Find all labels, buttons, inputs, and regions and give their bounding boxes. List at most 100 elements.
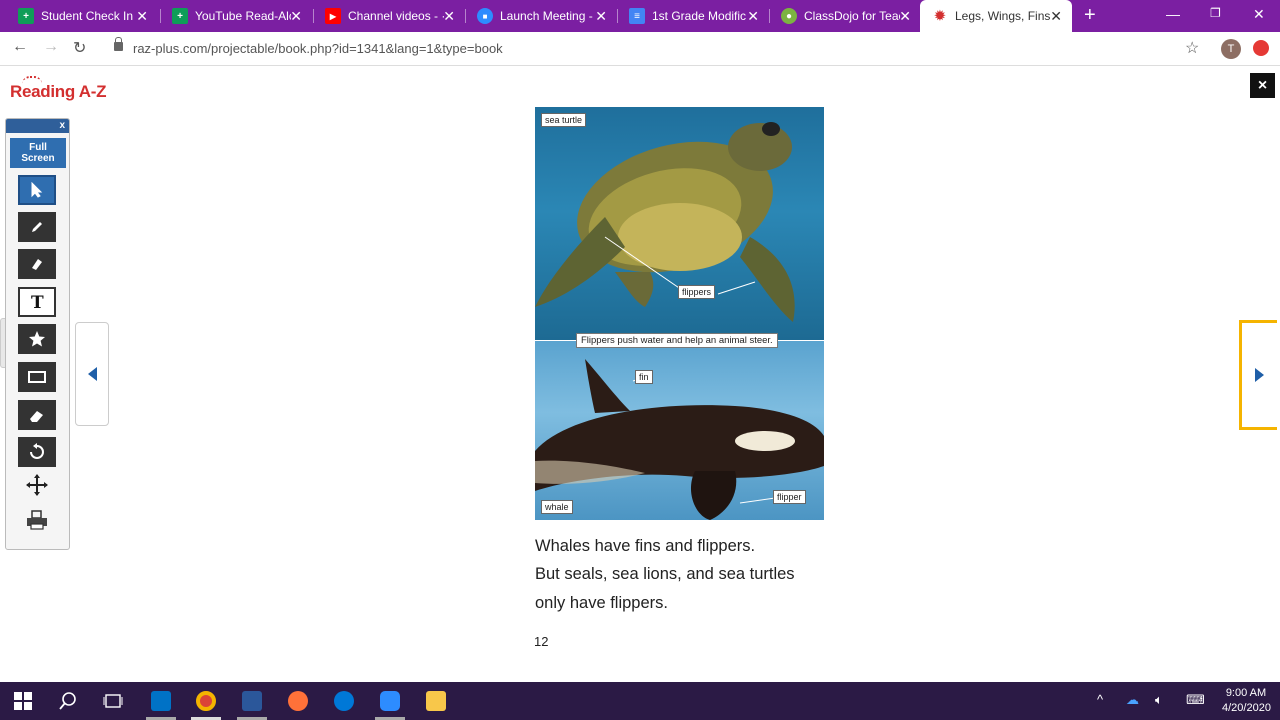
print-button[interactable]	[18, 505, 56, 535]
close-icon[interactable]: ✕	[443, 8, 455, 24]
right-arrow-icon	[1255, 368, 1264, 382]
close-icon[interactable]: ✕	[899, 8, 911, 24]
tab-title: 1st Grade Modific	[652, 9, 747, 23]
bookmark-star-icon[interactable]: ☆	[1185, 38, 1199, 58]
clock-date: 4/20/2020	[1222, 702, 1271, 714]
zoom-icon: ■	[477, 8, 493, 24]
zoom-icon[interactable]	[380, 691, 400, 711]
left-arrow-icon	[87, 367, 97, 381]
close-viewer-button[interactable]: ×	[1250, 73, 1275, 98]
sea-turtle-photo: sea turtle flippers	[535, 107, 824, 340]
mask-tool-button[interactable]	[18, 362, 56, 392]
flipper-label: flipper	[773, 490, 806, 504]
show-hidden-icons-chevron-icon[interactable]: ^	[1097, 692, 1103, 707]
pencil-icon	[32, 222, 42, 232]
close-icon[interactable]: ✕	[747, 8, 759, 24]
restore-button[interactable]: ❐	[1210, 6, 1221, 20]
tab-youtube-read-aloud[interactable]: + YouTube Read-Alc ✕	[160, 0, 312, 32]
edge-icon[interactable]	[334, 691, 354, 711]
move-tool-button[interactable]	[18, 470, 56, 500]
star-icon	[29, 331, 45, 347]
clock-time: 9:00 AM	[1225, 687, 1267, 699]
svg-text:T: T	[31, 293, 44, 311]
new-tab-button[interactable]: +	[1084, 5, 1096, 25]
tab-title: ClassDojo for Teac	[804, 9, 900, 23]
address-bar[interactable]: raz-plus.com/projectable/book.php?id=134…	[133, 41, 503, 56]
reading-az-icon: ✹	[934, 8, 946, 23]
sea-turtle-illustration	[535, 122, 795, 322]
chrome-icon[interactable]	[196, 691, 216, 711]
pointer-tool-button[interactable]	[18, 175, 56, 205]
window-close-button[interactable]: ✕	[1253, 6, 1265, 23]
whale-photo: fin whale flipper	[535, 341, 824, 520]
next-page-button[interactable]	[1239, 320, 1277, 430]
tab-1st-grade-modific[interactable]: ≡ 1st Grade Modific ✕	[617, 0, 769, 32]
google-sheets-icon: +	[172, 8, 188, 24]
highlighter-tool-button[interactable]	[18, 249, 56, 279]
previous-page-button[interactable]	[75, 322, 109, 426]
close-icon[interactable]: ✕	[136, 8, 148, 24]
forward-arrow-icon[interactable]: →	[43, 38, 59, 56]
close-icon[interactable]: ✕	[595, 8, 607, 24]
flippers-label: flippers	[678, 285, 716, 299]
google-sheets-icon: +	[18, 8, 34, 24]
tab-title: YouTube Read-Alc	[195, 9, 291, 23]
undo-tool-button[interactable]	[18, 437, 56, 467]
tab-strip: + Student Check In I ✕ + YouTube Read-Al…	[0, 0, 1280, 32]
tab-legs-wings-fins[interactable]: ✹ Legs, Wings, Fins, ✕	[920, 0, 1072, 32]
move-arrows-icon	[26, 474, 48, 496]
outlook-icon[interactable]	[151, 691, 171, 711]
printer-icon	[27, 510, 47, 530]
firefox-icon[interactable]	[288, 691, 308, 711]
mask-rectangle-icon	[28, 371, 46, 383]
marker-icon	[32, 259, 42, 270]
undo-icon	[30, 443, 44, 459]
stamp-tool-button[interactable]	[18, 324, 56, 354]
windows-start-icon[interactable]	[13, 691, 33, 711]
story-text-line: Whales have fins and flippers.	[535, 537, 756, 555]
photo-caption: Flippers push water and help an animal s…	[576, 333, 778, 348]
close-icon[interactable]: ✕	[1050, 8, 1062, 24]
minimize-button[interactable]: —	[1166, 6, 1180, 22]
eraser-tool-button[interactable]	[18, 400, 56, 430]
back-arrow-icon[interactable]: ←	[12, 38, 28, 56]
pen-tool-button[interactable]	[18, 212, 56, 242]
google-docs-icon: ≡	[629, 8, 645, 24]
keyboard-icon[interactable]: ⌨	[1186, 692, 1205, 708]
page-number: 12	[534, 634, 549, 649]
browser-toolbar: ← → ↻ raz-plus.com/projectable/book.php?…	[0, 32, 1280, 66]
tab-launch-meeting[interactable]: ■ Launch Meeting - ✕	[465, 0, 617, 32]
fin-label: fin	[635, 370, 653, 384]
eraser-icon	[30, 411, 43, 422]
whale-label: whale	[541, 500, 573, 514]
tab-student-check-in[interactable]: + Student Check In I ✕	[6, 0, 158, 32]
file-explorer-icon[interactable]	[426, 691, 446, 711]
text-tool-button[interactable]: T	[18, 287, 56, 317]
system-clock[interactable]: 9:00 AM 4/20/2020	[1222, 686, 1271, 716]
full-screen-label: Full	[29, 142, 47, 153]
text-t-icon: T	[31, 293, 44, 311]
reload-icon[interactable]: ↻	[73, 38, 86, 58]
tab-channel-videos[interactable]: ▶ Channel videos - · ✕	[313, 0, 465, 32]
volume-icon[interactable]: 🔈︎	[1155, 692, 1163, 708]
extension-icon[interactable]	[1253, 40, 1269, 56]
search-icon[interactable]	[58, 691, 78, 711]
task-view-icon[interactable]	[103, 691, 123, 711]
full-screen-button[interactable]: Full Screen	[10, 138, 66, 168]
word-icon[interactable]	[242, 691, 262, 711]
tool-panel: x Full Screen T	[5, 118, 70, 550]
youtube-icon: ▶	[325, 8, 341, 24]
tab-classdojo[interactable]: ● ClassDojo for Teac ✕	[769, 0, 921, 32]
profile-avatar[interactable]: T	[1221, 39, 1241, 59]
onedrive-icon[interactable]: ☁	[1126, 692, 1139, 708]
full-screen-label: Screen	[21, 153, 55, 164]
tab-title: Legs, Wings, Fins,	[955, 9, 1051, 23]
close-icon[interactable]: ✕	[290, 8, 302, 24]
story-text-line: only have flippers.	[535, 594, 668, 612]
tab-title: Channel videos - ·	[348, 9, 444, 23]
sea-turtle-label: sea turtle	[541, 113, 587, 127]
windows-taskbar	[0, 682, 1280, 720]
reading-az-logo: Reading A-Z	[10, 82, 107, 101]
panel-close-button[interactable]: x	[6, 119, 69, 133]
tab-title: Student Check In I	[41, 9, 137, 23]
